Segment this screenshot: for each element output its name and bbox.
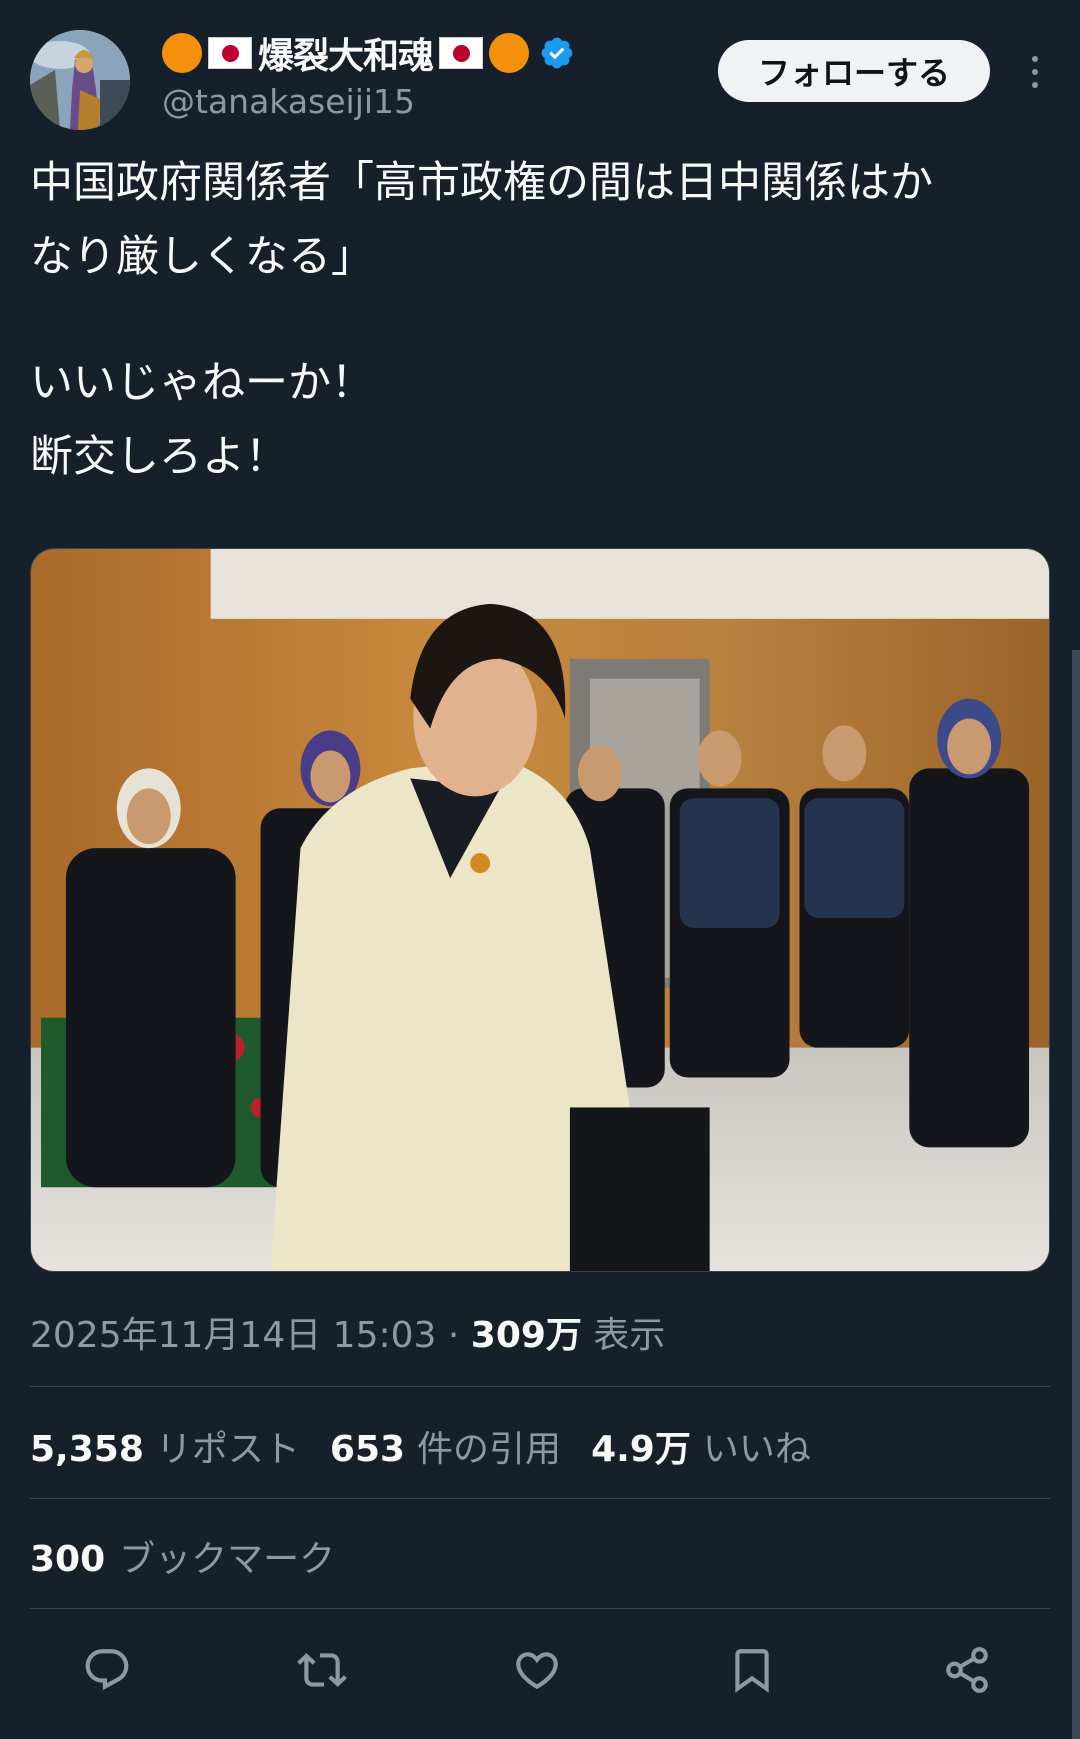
divider xyxy=(30,1608,1050,1609)
japan-flag-icon xyxy=(439,37,484,69)
scrollbar[interactable] xyxy=(1072,650,1080,1739)
tweet-line: なり厳しくなる」 xyxy=(30,232,374,282)
tweet-header: 爆裂大和魂 @tanakaseiji15 フォローする xyxy=(30,28,1050,130)
share-icon xyxy=(946,1647,988,1693)
timestamp[interactable]: 2025年11月14日 15:03 xyxy=(30,1315,436,1356)
views-count: 309万 xyxy=(470,1315,582,1356)
orange-circle-icon xyxy=(489,33,530,73)
engagement-stats: 5,358 リポスト 653 件の引用 4.9万 いいね xyxy=(30,1420,811,1472)
verified-badge-icon xyxy=(541,37,573,69)
user-handle[interactable]: @tanakaseiji15 xyxy=(162,82,415,121)
likes-count: 4.9万 xyxy=(591,1429,691,1470)
follow-button[interactable]: フォローする xyxy=(718,40,990,102)
japan-flag-icon xyxy=(208,37,252,69)
bookmarks-label: ブックマーク xyxy=(119,1539,336,1580)
likes-stat[interactable]: 4.9万 いいね xyxy=(591,1420,811,1472)
tweet-line: いいじゃねーか！ xyxy=(30,358,374,408)
like-icon xyxy=(516,1652,558,1690)
quotes-count: 653 xyxy=(329,1429,406,1470)
reply-button[interactable] xyxy=(72,1635,142,1705)
tweet-text: 中国政府関係者「高市政権の間は日中関係はか なり厳しくなる」 いいじゃねーか！ … xyxy=(30,146,1050,494)
quotes-stat[interactable]: 653 件の引用 xyxy=(330,1420,561,1472)
reposts-label: リポスト xyxy=(155,1429,300,1470)
views-label: 表示 xyxy=(581,1315,666,1356)
divider xyxy=(30,1386,1050,1387)
quotes-label: 件の引用 xyxy=(417,1429,562,1470)
avatar[interactable] xyxy=(30,30,130,130)
reposts-stat[interactable]: 5,358 リポスト xyxy=(30,1420,300,1472)
action-bar xyxy=(30,1635,1050,1705)
bookmark-button[interactable] xyxy=(717,1635,787,1705)
tweet-line: 断交しろよ！ xyxy=(30,432,288,482)
likes-label: いいね xyxy=(702,1429,811,1470)
reposts-count: 5,358 xyxy=(30,1429,144,1470)
bookmark-icon xyxy=(735,1649,769,1693)
bookmarks-count: 300 xyxy=(30,1539,106,1580)
share-button[interactable] xyxy=(932,1635,1002,1705)
display-name-row[interactable]: 爆裂大和魂 xyxy=(162,27,575,79)
tweet-photo[interactable] xyxy=(30,548,1050,1272)
meta-separator: · xyxy=(436,1315,471,1356)
like-button[interactable] xyxy=(502,1635,572,1705)
orange-circle-icon xyxy=(162,33,202,73)
display-name[interactable]: 爆裂大和魂 xyxy=(258,27,434,79)
reply-icon xyxy=(85,1649,129,1691)
repost-icon xyxy=(297,1653,347,1687)
tweet-line: 中国政府関係者「高市政権の間は日中関係はか xyxy=(30,158,933,208)
divider xyxy=(30,1498,1050,1499)
tweet-meta: 2025年11月14日 15:03 · 309万 表示 xyxy=(30,1306,665,1358)
photo-image xyxy=(31,549,1049,1271)
repost-button[interactable] xyxy=(287,1635,357,1705)
bookmarks-stat[interactable]: 300 ブックマーク xyxy=(30,1530,335,1582)
more-options-icon[interactable] xyxy=(1020,50,1050,94)
